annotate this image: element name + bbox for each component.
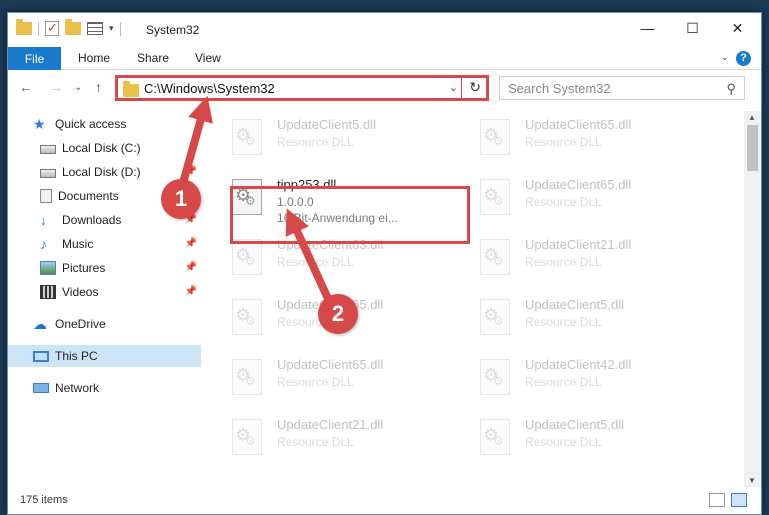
step-badge-2: 2	[318, 294, 358, 334]
annotation-arrows	[179, 95, 334, 307]
arrow-to-file	[285, 208, 334, 307]
explorer-window: ▾ System32 — ☐ ✕ File Home Share View ⌄ …	[7, 12, 762, 515]
arrow-to-address-bar	[179, 95, 213, 187]
step-badge-1: 1	[161, 179, 201, 219]
